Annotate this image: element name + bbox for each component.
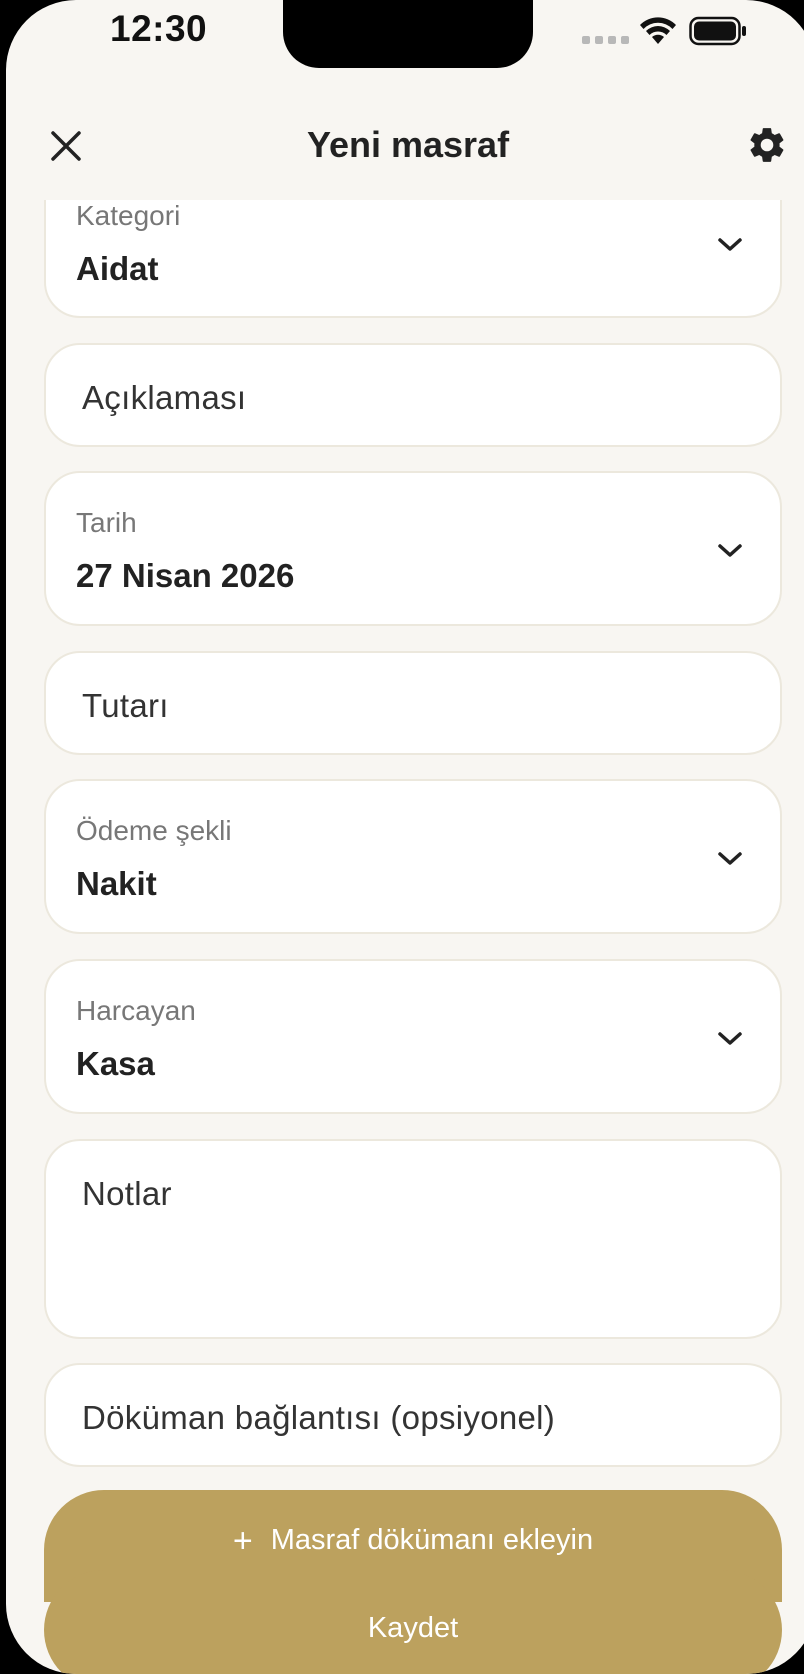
category-label: Kategori (76, 200, 181, 231)
notes-field[interactable]: Notlar (44, 1139, 782, 1339)
payment-method-label: Ödeme şekli (76, 815, 232, 846)
chevron-down-icon (718, 1032, 742, 1045)
document-link-placeholder: Döküman bağlantısı (opsiyonel) (82, 1399, 556, 1436)
description-field[interactable]: Açıklaması (44, 343, 782, 447)
add-document-label: Masraf dökümanı ekleyin (270, 1524, 594, 1556)
chevron-down-icon (718, 852, 742, 865)
date-label: Tarih (76, 507, 137, 538)
date-value: 27 Nisan 2026 (76, 557, 295, 594)
document-link-field[interactable]: Döküman bağlantısı (opsiyonel) (44, 1363, 782, 1467)
chevron-down-icon (718, 544, 742, 557)
spender-select[interactable]: Harcayan Kasa (44, 959, 782, 1114)
save-button[interactable]: Kaydet (44, 1570, 782, 1674)
spender-value: Kasa (76, 1045, 155, 1082)
spender-label: Harcayan (76, 995, 196, 1026)
description-placeholder: Açıklaması (82, 379, 247, 416)
plus-icon: + (232, 1521, 253, 1560)
top-bar: Yeni masraf (6, 100, 804, 200)
notes-placeholder: Notlar (82, 1175, 172, 1212)
amount-field[interactable]: Tutarı (44, 651, 782, 755)
gear-icon[interactable] (746, 124, 788, 166)
chevron-down-icon (718, 238, 742, 251)
category-value: Aidat (76, 250, 159, 287)
save-label: Kaydet (367, 1612, 459, 1644)
expense-form: Kategori Aidat Açıklaması Tarih 27 Nisan… (6, 0, 804, 1674)
payment-method-value: Nakit (76, 865, 157, 902)
device-frame: 12:30 Yeni masraf Kategori Aidat Açıklam… (0, 0, 804, 1674)
amount-placeholder: Tutarı (82, 687, 169, 724)
page-title: Yeni masraf (306, 124, 510, 165)
app-screen: 12:30 Yeni masraf Kategori Aidat Açıklam… (6, 0, 804, 1674)
date-select[interactable]: Tarih 27 Nisan 2026 (44, 471, 782, 626)
payment-method-select[interactable]: Ödeme şekli Nakit (44, 779, 782, 934)
